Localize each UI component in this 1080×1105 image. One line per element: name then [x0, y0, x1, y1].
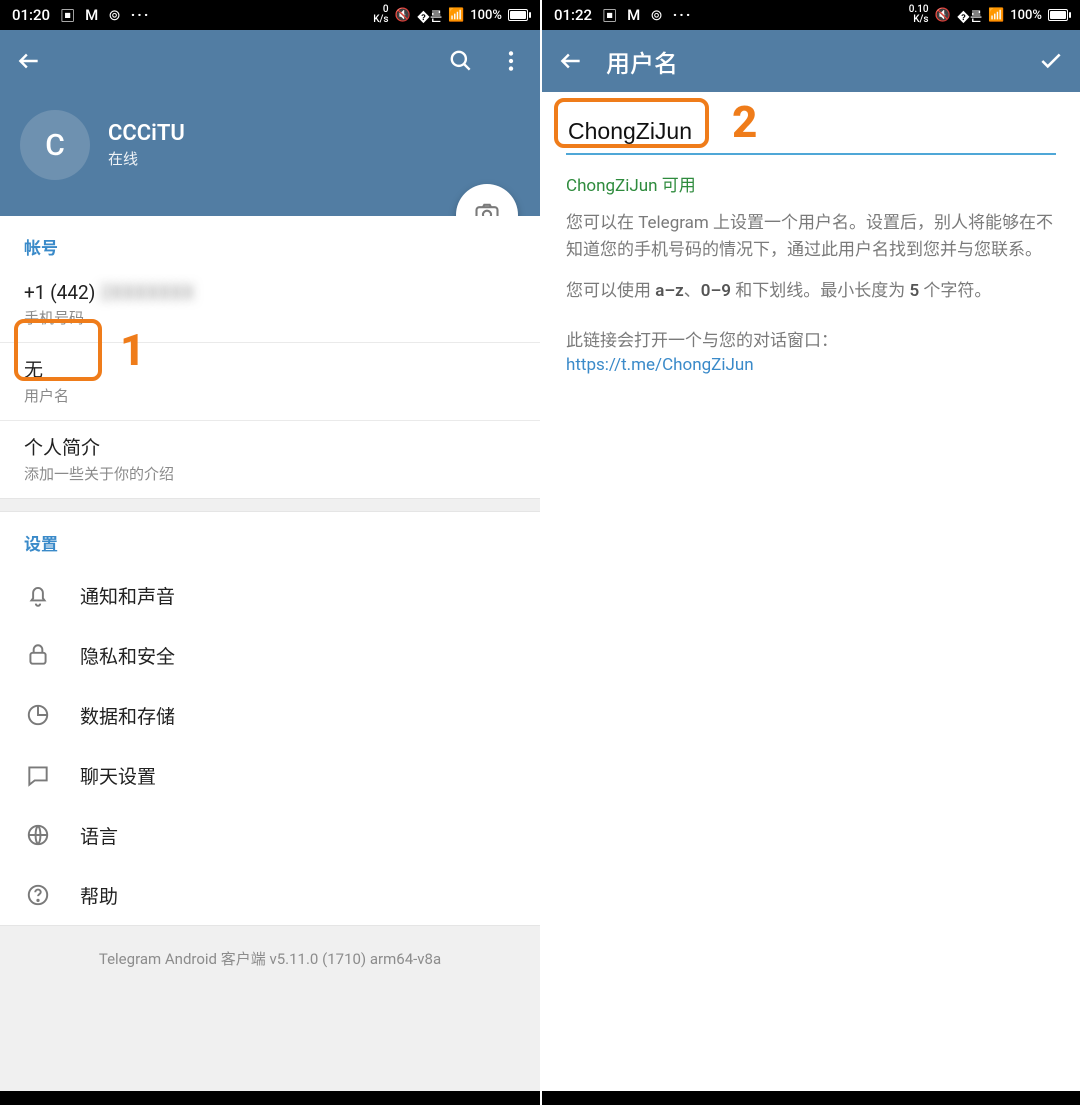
search-icon[interactable]	[446, 46, 476, 76]
toolbar: 用户名	[542, 30, 1080, 92]
help-icon	[24, 881, 52, 909]
bio-sub: 添加一些关于你的介绍	[24, 463, 516, 484]
settings-header: 设置	[0, 512, 540, 565]
username-form: ChongZiJun 可用 您可以在 Telegram 上设置一个用户名。设置后…	[542, 92, 1080, 391]
status-speed: 0.10 K/s	[909, 5, 929, 25]
back-icon[interactable]	[14, 46, 44, 76]
description-1: 您可以在 Telegram 上设置一个用户名。设置后，别人将能够在不知道您的手机…	[566, 210, 1056, 264]
link-description: 此链接会打开一个与您的对话窗口：	[566, 326, 1056, 351]
screen-username: 01:22 ▣ M ⊚ 0.10 K/s 🔇 �른 📶 100% 用户名	[540, 0, 1080, 1105]
status-mail-icon: M	[85, 6, 98, 24]
status-battery-text: 100%	[1010, 8, 1042, 23]
bio-row[interactable]: 个人简介 添加一些关于你的介绍	[0, 420, 540, 498]
status-more-icon	[131, 6, 151, 24]
status-more-icon	[673, 6, 693, 24]
status-signal-icon: 📶	[448, 8, 464, 23]
globe-icon	[24, 821, 52, 849]
status-mail-icon: M	[627, 6, 640, 24]
profile-status: 在线	[108, 148, 185, 169]
status-mute-icon: 🔇	[935, 8, 951, 23]
avatar[interactable]: C	[20, 110, 90, 180]
bell-icon	[24, 581, 52, 609]
settings-item-label: 隐私和安全	[80, 642, 175, 669]
settings-item-label: 通知和声音	[80, 582, 175, 609]
username-value: 无	[24, 355, 516, 382]
profile-name: CCCiTU	[108, 121, 185, 146]
status-signal-icon: 📶	[988, 8, 1004, 23]
app-version: Telegram Android 客户端 v5.11.0 (1710) arm6…	[0, 925, 540, 1105]
settings-item-help[interactable]: 帮助	[0, 865, 540, 925]
settings-item-chat[interactable]: 聊天设置	[0, 745, 540, 805]
settings-item-notifications[interactable]: 通知和声音	[0, 565, 540, 625]
lock-icon	[24, 641, 52, 669]
status-time: 01:22	[554, 6, 592, 24]
status-speed: 0 K/s	[373, 5, 388, 25]
status-hangouts-icon: ⊚	[650, 6, 663, 24]
status-wifi-icon: �른	[417, 6, 442, 25]
status-hangouts-icon: ⊚	[108, 6, 121, 24]
username-sub: 用户名	[24, 385, 516, 406]
status-battery-text: 100%	[470, 8, 502, 23]
phone-prefix: +1 (442)	[24, 281, 95, 304]
bio-value: 个人简介	[24, 433, 516, 460]
settings-item-label: 帮助	[80, 882, 118, 909]
status-image-icon: ▣	[602, 5, 617, 26]
settings-section: 设置 通知和声音 隐私和安全 数据和存储	[0, 512, 540, 925]
more-icon[interactable]	[496, 46, 526, 76]
phone-row[interactable]: +1 (442) 2XXXXXXX 手机号码	[0, 269, 540, 342]
page-title: 用户名	[606, 44, 678, 79]
availability-text: ChongZiJun 可用	[566, 171, 1056, 196]
chat-icon	[24, 761, 52, 789]
username-input[interactable]	[566, 108, 1056, 155]
phone-blurred: 2XXXXXXX	[100, 281, 194, 304]
confirm-icon[interactable]	[1036, 46, 1066, 76]
pie-icon	[24, 701, 52, 729]
status-image-icon: ▣	[60, 5, 75, 26]
android-navbar	[542, 1091, 1080, 1105]
status-wifi-icon: �른	[957, 6, 982, 25]
settings-item-label: 聊天设置	[80, 762, 156, 789]
settings-item-label: 语言	[80, 822, 118, 849]
account-section: 帐号 +1 (442) 2XXXXXXX 手机号码 无 用户名 个人简介 添加一…	[0, 216, 540, 498]
account-header: 帐号	[0, 216, 540, 269]
profile-link[interactable]: https://t.me/ChongZiJun	[566, 355, 1056, 375]
toolbar	[0, 30, 540, 92]
profile-header: C CCCiTU 在线	[0, 92, 540, 216]
battery-icon	[508, 9, 528, 21]
status-bar: 01:22 ▣ M ⊚ 0.10 K/s 🔇 �른 📶 100%	[542, 0, 1080, 30]
screen-settings: 01:20 ▣ M ⊚ 0 K/s 🔇 �른 📶 100%	[0, 0, 540, 1105]
phone-sub: 手机号码	[24, 307, 516, 328]
settings-item-label: 数据和存储	[80, 702, 175, 729]
back-icon[interactable]	[556, 46, 586, 76]
status-mute-icon: 🔇	[395, 8, 411, 23]
username-row[interactable]: 无 用户名	[0, 342, 540, 420]
status-bar: 01:20 ▣ M ⊚ 0 K/s 🔇 �른 📶 100%	[0, 0, 540, 30]
settings-item-language[interactable]: 语言	[0, 805, 540, 865]
android-navbar	[0, 1091, 540, 1105]
status-time: 01:20	[12, 6, 50, 24]
section-divider	[0, 498, 540, 512]
battery-icon	[1048, 9, 1068, 21]
description-2: 您可以使用 a–z、0–9 和下划线。最小长度为 5 个字符。	[566, 278, 1056, 305]
settings-item-data[interactable]: 数据和存储	[0, 685, 540, 745]
settings-item-privacy[interactable]: 隐私和安全	[0, 625, 540, 685]
